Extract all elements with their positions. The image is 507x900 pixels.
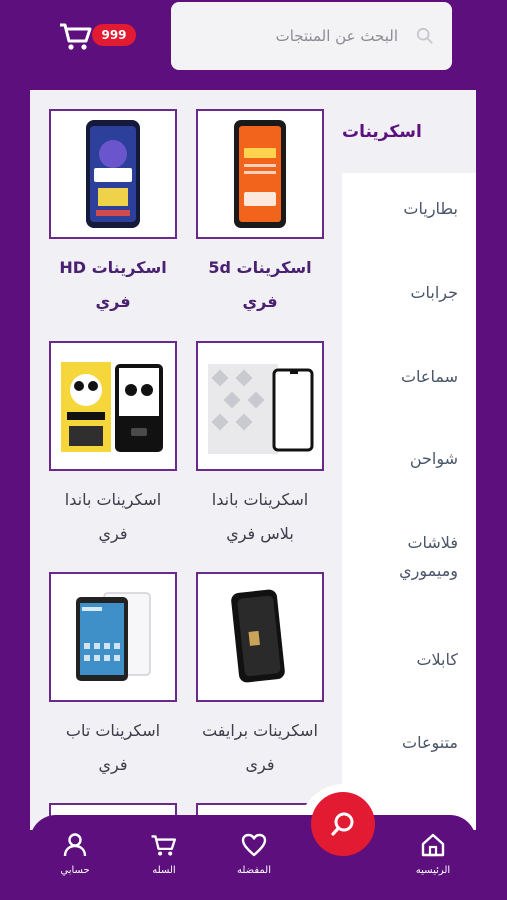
product-image <box>196 341 324 471</box>
nav-favorites[interactable]: المفضله <box>219 831 289 876</box>
product-name: اسكرينات تاب فري <box>65 721 161 774</box>
category-item-active[interactable]: اسكرينات <box>342 90 476 173</box>
nav-account-label: حسابي <box>60 865 90 876</box>
nav-favorites-label: المفضله <box>236 865 271 876</box>
product-image <box>196 109 324 239</box>
product-card[interactable]: اسكرينات 5d فري <box>196 109 324 319</box>
product-image <box>49 341 177 471</box>
nav-cart[interactable]: السله <box>129 831 199 876</box>
nav-home[interactable]: الرئيسيه <box>398 831 468 876</box>
category-item[interactable]: متنوعات <box>348 729 458 757</box>
search-icon <box>331 812 354 836</box>
search-icon <box>416 27 433 44</box>
product-card[interactable]: اسكرينات تاب فري <box>49 572 177 782</box>
cart-icon <box>60 23 92 50</box>
product-name: اسكرينات باندا بلاس فري <box>211 490 309 543</box>
category-item[interactable]: بطاريات <box>348 195 458 223</box>
product-image <box>49 572 177 702</box>
product-card[interactable]: اسكرينات باندا بلاس فري <box>196 341 324 551</box>
category-list: بطاريات جرابات سماعات شواحن فلاشات وميمو… <box>342 173 476 830</box>
user-icon <box>63 833 87 857</box>
product-name: اسكرينات HD فري <box>59 258 167 311</box>
category-item[interactable]: فلاشات وميموري <box>358 529 458 585</box>
category-item[interactable]: سماعات <box>348 363 458 391</box>
content-panel: اسكرينات بطاريات جرابات سماعات شواحن فلا… <box>30 90 476 830</box>
cart-icon <box>151 835 177 856</box>
product-name: اسكرينات 5d فري <box>208 258 312 311</box>
header: البحث عن المنتجات 999 <box>0 0 507 90</box>
nav-account[interactable]: حسابي <box>40 831 110 876</box>
category-item[interactable]: كابلات <box>348 646 458 674</box>
home-icon <box>421 833 445 857</box>
category-label-active: اسكرينات <box>342 121 422 142</box>
search-placeholder: البحث عن المنتجات <box>275 27 398 45</box>
heart-icon <box>241 833 267 857</box>
product-card[interactable]: اسكرينات باندا فري <box>49 341 177 551</box>
product-name: اسكرينات باندا فري <box>64 490 162 543</box>
header-cart-button[interactable]: 999 <box>58 20 148 56</box>
product-name: اسكرينات برايفت فرى <box>202 721 318 774</box>
product-card[interactable]: اسكرينات برايفت فرى <box>196 572 324 782</box>
search-fab-button[interactable] <box>311 792 375 856</box>
cart-count-badge: 999 <box>92 24 136 46</box>
category-item[interactable]: شواحن <box>348 445 458 473</box>
product-image <box>196 572 324 702</box>
product-card[interactable]: اسكرينات HD فري <box>49 109 177 319</box>
category-item[interactable]: جرابات <box>348 279 458 307</box>
search-input[interactable]: البحث عن المنتجات <box>171 2 452 70</box>
bottom-nav: الرئيسيه المفضله السله حسابي <box>30 815 476 900</box>
category-sidebar: اسكرينات بطاريات جرابات سماعات شواحن فلا… <box>342 90 476 830</box>
nav-cart-label: السله <box>152 865 176 876</box>
nav-home-label: الرئيسيه <box>415 865 451 876</box>
product-image <box>49 109 177 239</box>
